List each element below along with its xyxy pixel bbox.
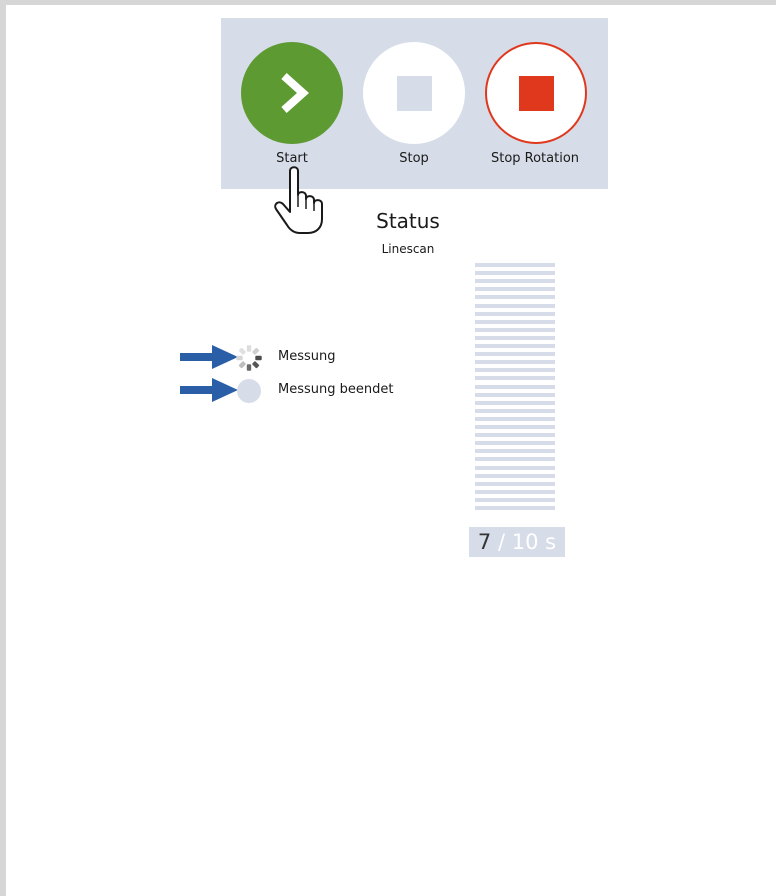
- progress-line: [475, 441, 555, 445]
- progress-line: [475, 295, 555, 299]
- progress-line: [475, 279, 555, 283]
- progress-line: [475, 401, 555, 405]
- legend-finished-label: Messung beendet: [278, 382, 394, 397]
- progress-line: [475, 417, 555, 421]
- spinner-segment: [246, 345, 252, 352]
- legend-measuring-label: Messung: [278, 349, 336, 364]
- progress-line: [475, 474, 555, 478]
- progress-line: [475, 368, 555, 372]
- spinner-segment: [238, 361, 246, 369]
- chevron-right-icon: [281, 73, 309, 113]
- progress-line: [475, 376, 555, 380]
- progress-line: [475, 360, 555, 364]
- progress-line: [475, 263, 555, 267]
- progress-line: [475, 425, 555, 429]
- spinner-segment: [252, 347, 260, 355]
- progress-line: [475, 457, 555, 461]
- dot-icon: [237, 379, 261, 403]
- stop-rotation-button[interactable]: [485, 42, 587, 144]
- spinner-segment: [252, 361, 260, 369]
- progress-line: [475, 304, 555, 308]
- arrow-right-icon: [180, 345, 238, 369]
- progress-line: [475, 271, 555, 275]
- stop-square-icon: [396, 75, 432, 111]
- stop-button[interactable]: [363, 42, 465, 144]
- progress-line: [475, 466, 555, 470]
- progress-line: [475, 352, 555, 356]
- spinner-segment: [255, 355, 262, 361]
- progress-line: [475, 287, 555, 291]
- status-title: Status: [376, 209, 440, 233]
- progress-line: [475, 449, 555, 453]
- timer-display: 7 / 10 s: [469, 527, 565, 557]
- spinner-segment: [236, 355, 243, 361]
- progress-line: [475, 409, 555, 413]
- stop-rotation-label: Stop Rotation: [490, 151, 580, 166]
- progress-line: [475, 328, 555, 332]
- progress-line: [475, 498, 555, 502]
- stop-label: Stop: [399, 151, 429, 166]
- progress-line: [475, 344, 555, 348]
- progress-line: [475, 320, 555, 324]
- timer-total: / 10 s: [491, 530, 557, 554]
- progress-line: [475, 393, 555, 397]
- progress-line: [475, 312, 555, 316]
- status-mode: Linescan: [381, 242, 435, 256]
- progress-line: [475, 385, 555, 389]
- arrow-right-icon: [180, 378, 238, 402]
- progress-line: [475, 482, 555, 486]
- start-button[interactable]: [241, 42, 343, 144]
- page: Start Stop Stop Rotation Status Linescan…: [6, 5, 776, 896]
- progress-line: [475, 506, 555, 510]
- progress-bar: [475, 263, 555, 515]
- spinner-segment: [246, 364, 252, 371]
- progress-line: [475, 433, 555, 437]
- spinner-icon: [236, 345, 262, 371]
- progress-line: [475, 490, 555, 494]
- progress-line: [475, 336, 555, 340]
- stop-rotation-icon: [518, 75, 554, 111]
- spinner-segment: [238, 347, 246, 355]
- timer-elapsed: 7: [477, 530, 492, 554]
